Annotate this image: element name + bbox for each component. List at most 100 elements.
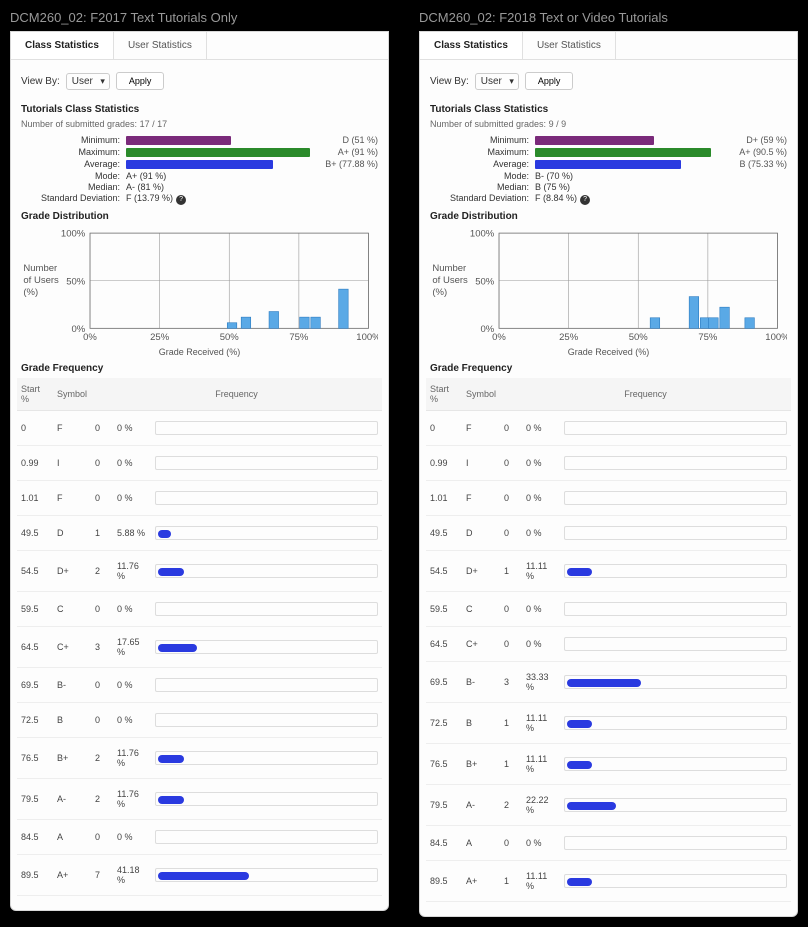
frequency-bar (155, 564, 378, 578)
svg-text:50%: 50% (66, 276, 86, 287)
frequency-bar (564, 491, 787, 505)
svg-text:100%: 100% (470, 229, 495, 240)
frequency-bar (564, 421, 787, 435)
max-row: Maximum:A+ (90.5 %) (430, 147, 787, 157)
panel-title: DCM260_02: F2017 Text Tutorials Only (10, 10, 389, 25)
sd-row: Standard Deviation:F (8.84 %)? (430, 193, 787, 205)
frequency-bar (564, 564, 787, 578)
svg-text:0%: 0% (71, 324, 85, 335)
svg-text:75%: 75% (698, 332, 718, 343)
table-row: 54.5D+211.76 % (17, 551, 382, 592)
tab-class-statistics[interactable]: Class Statistics (420, 32, 523, 59)
svg-text:Number: Number (23, 263, 58, 274)
svg-text:0%: 0% (492, 332, 506, 343)
submitted-grades-row: Number of submitted grades: 9 / 9 (430, 119, 787, 129)
apply-button[interactable]: Apply (116, 72, 165, 90)
tab-class-statistics[interactable]: Class Statistics (11, 32, 114, 59)
submitted-grades-row: Number of submitted grades: 17 / 17 (21, 119, 378, 129)
min-row: Minimum:D (51 %) (21, 135, 378, 145)
svg-text:25%: 25% (559, 332, 579, 343)
help-icon[interactable]: ? (176, 195, 186, 205)
frequency-bar (155, 421, 378, 435)
avg-row: Average:B+ (77.88 %) (21, 159, 378, 169)
tab-user-statistics[interactable]: User Statistics (114, 32, 207, 59)
frequency-bar (564, 874, 787, 888)
max-row: Maximum:A+ (91 %) (21, 147, 378, 157)
table-row: 76.5B+211.76 % (17, 738, 382, 779)
frequency-bar (564, 836, 787, 850)
help-icon[interactable]: ? (580, 195, 590, 205)
table-row: 79.5A-222.22 % (426, 785, 791, 826)
tab-user-statistics[interactable]: User Statistics (523, 32, 616, 59)
frequency-bar (564, 602, 787, 616)
frequency-bar (155, 491, 378, 505)
grade-distribution-chart: 0%25%50%75%100%0%50%100%Numberof Users(%… (21, 226, 378, 345)
apply-button[interactable]: Apply (525, 72, 574, 90)
median-row: Median:A- (81 %) (21, 182, 378, 192)
mode-row: Mode:A+ (91 %) (21, 171, 378, 181)
svg-text:0%: 0% (83, 332, 97, 343)
col-start: Start % (426, 378, 462, 411)
table-row: 84.5A00 % (426, 826, 791, 861)
table-row: 49.5D15.88 % (17, 516, 382, 551)
col-start: Start % (17, 378, 53, 411)
table-row: 69.5B-333.33 % (426, 662, 791, 703)
stats-panel: Class StatisticsUser Statistics View By: U… (419, 31, 798, 917)
tabs: Class StatisticsUser Statistics (420, 32, 797, 60)
svg-text:25%: 25% (150, 332, 170, 343)
table-row: 79.5A-211.76 % (17, 779, 382, 820)
class-stats-heading: Tutorials Class Statistics (430, 104, 787, 115)
frequency-bar (564, 637, 787, 651)
panel-title: DCM260_02: F2018 Text or Video Tutorials (419, 10, 798, 25)
svg-text:Number: Number (432, 263, 467, 274)
table-row: 72.5B111.11 % (426, 703, 791, 744)
viewby-select[interactable]: User (475, 73, 519, 90)
table-row: 1.01F00 % (17, 481, 382, 516)
frequency-bar (155, 792, 378, 806)
table-row: 0F00 % (17, 411, 382, 446)
svg-text:50%: 50% (629, 332, 649, 343)
sd-row: Standard Deviation:F (13.79 %)? (21, 193, 378, 205)
median-row: Median:B (75 %) (430, 182, 787, 192)
frequency-bar (155, 713, 378, 727)
viewby-label: View By: (21, 76, 60, 87)
frequency-bar (155, 868, 378, 882)
svg-text:of Users: of Users (432, 275, 468, 286)
svg-text:50%: 50% (220, 332, 240, 343)
svg-text:0%: 0% (480, 324, 494, 335)
viewby-select[interactable]: User (66, 73, 110, 90)
svg-text:(%): (%) (23, 287, 38, 298)
table-row: 84.5A00 % (17, 820, 382, 855)
svg-text:100%: 100% (61, 229, 86, 240)
table-row: 49.5D00 % (426, 516, 791, 551)
table-row: 0F00 % (426, 411, 791, 446)
col-frequency: Frequency (91, 378, 382, 411)
viewby-label: View By: (430, 76, 469, 87)
frequency-bar (564, 757, 787, 771)
grade-frequency-heading: Grade Frequency (21, 363, 378, 374)
frequency-bar (564, 456, 787, 470)
frequency-bar (155, 640, 378, 654)
svg-text:100%: 100% (356, 332, 378, 343)
svg-text:100%: 100% (765, 332, 787, 343)
grade-distribution-heading: Grade Distribution (430, 211, 787, 222)
grade-distribution-heading: Grade Distribution (21, 211, 378, 222)
col-frequency: Frequency (500, 378, 791, 411)
min-row: Minimum:D+ (59 %) (430, 135, 787, 145)
frequency-bar (155, 526, 378, 540)
table-row: 54.5D+111.11 % (426, 551, 791, 592)
table-row: 0.99I00 % (17, 446, 382, 481)
mode-row: Mode:B- (70 %) (430, 171, 787, 181)
dist-x-label: Grade Received (%) (430, 347, 787, 357)
frequency-bar (564, 798, 787, 812)
svg-text:of Users: of Users (23, 275, 59, 286)
table-row: 59.5C00 % (426, 592, 791, 627)
col-symbol: Symbol (462, 378, 500, 411)
svg-text:50%: 50% (475, 276, 495, 287)
dist-x-label: Grade Received (%) (21, 347, 378, 357)
frequency-bar (155, 751, 378, 765)
grade-frequency-table: Start %SymbolFrequency0F00 %0.99I00 %1.0… (17, 378, 382, 896)
frequency-bar (564, 526, 787, 540)
table-row: 89.5A+741.18 % (17, 855, 382, 896)
frequency-bar (155, 602, 378, 616)
